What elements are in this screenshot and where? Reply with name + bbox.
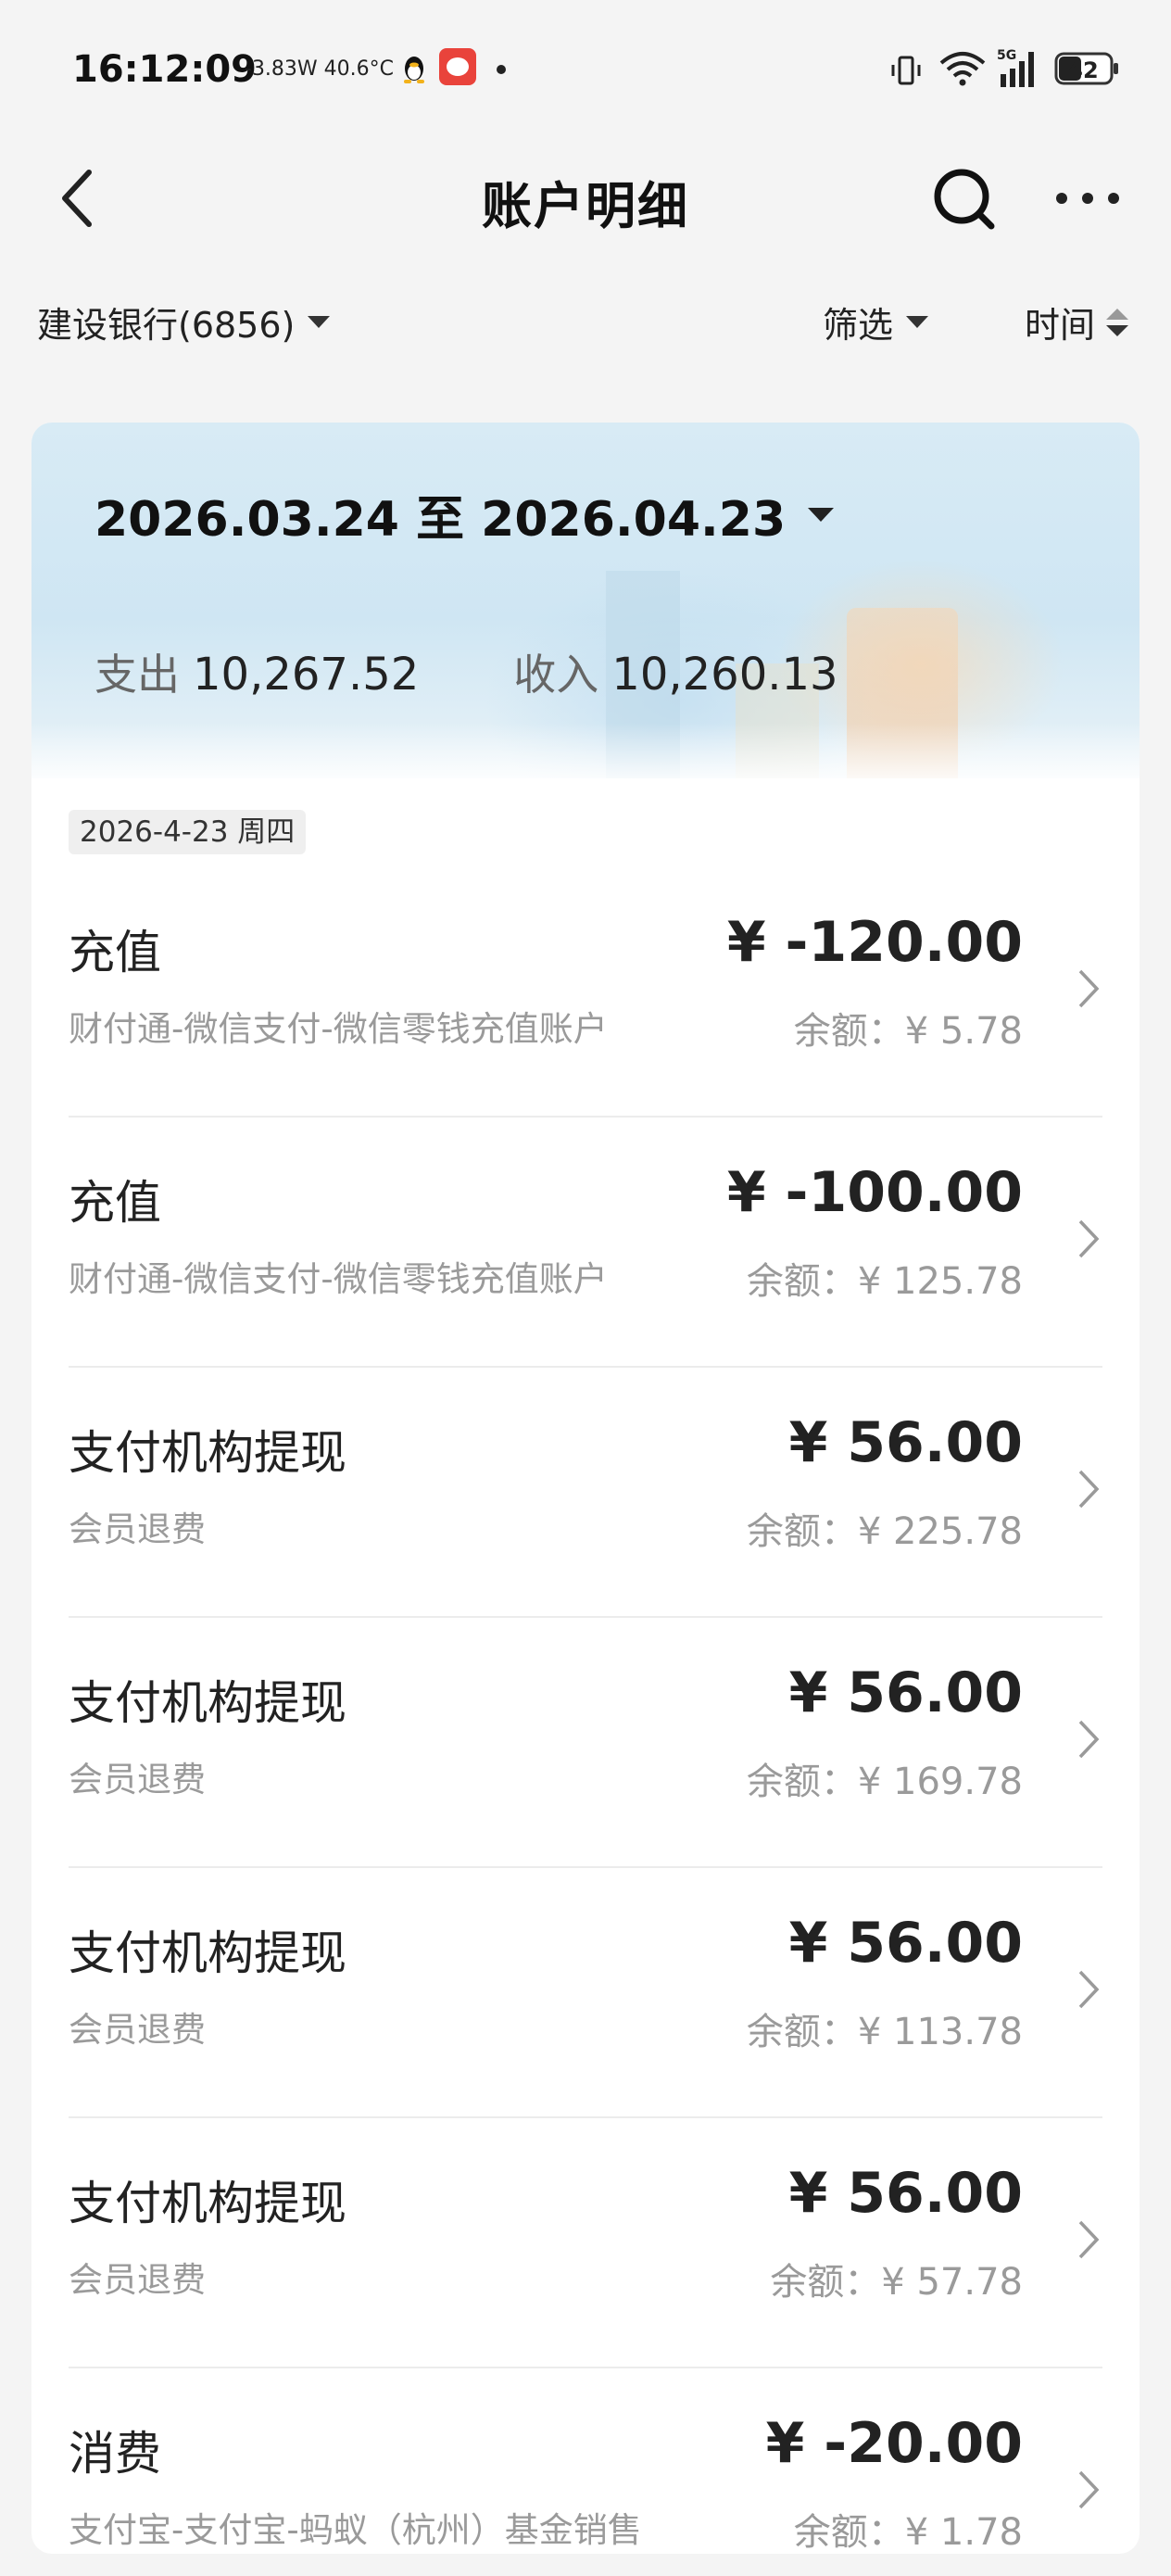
date-range-selector[interactable]: 2026.03.24 至 2026.04.23 [94, 480, 835, 549]
summary-totals: 支出 10,267.52 收入 10,260.13 [94, 641, 933, 702]
transaction-list: 充值 财付通-微信支付-微信零钱充值账户 ¥ -120.00 余额：¥ 5.78… [31, 867, 1140, 2554]
transaction-row[interactable]: 充值 财付通-微信支付-微信零钱充值账户 ¥ -120.00 余额：¥ 5.78 [31, 867, 1140, 1118]
income-label: 收入 [513, 650, 599, 700]
income-value: 10,260.13 [611, 649, 838, 701]
qq-penguin-icon [404, 57, 424, 83]
transaction-title: 支付机构提现 [69, 1426, 346, 1480]
expense-value: 10,267.52 [193, 649, 420, 701]
transaction-balance: 余额：¥ 1.78 [793, 2511, 1023, 2554]
transaction-balance: 余额：¥ 57.78 [770, 2261, 1023, 2304]
transaction-balance: 余额：¥ 225.78 [746, 1510, 1023, 1553]
statement-card: 2026.03.24 至 2026.04.23 支出 10,267.52 收入 … [31, 423, 1140, 2554]
chevron-right-icon [1078, 969, 1100, 1008]
chevron-right-icon [1078, 1720, 1100, 1759]
date-range-label: 2026.03.24 至 2026.04.23 [94, 492, 787, 548]
chevron-down-icon [808, 508, 835, 522]
transaction-amount: ¥ -100.00 [726, 1160, 1023, 1225]
transaction-balance: 余额：¥ 113.78 [746, 2011, 1023, 2053]
summary-banner: 2026.03.24 至 2026.04.23 支出 10,267.52 收入 … [31, 423, 1140, 778]
transaction-balance: 余额：¥ 169.78 [746, 1761, 1023, 1803]
date-group-label: 2026-4-23 周四 [69, 810, 307, 854]
expense-label: 支出 [94, 650, 180, 700]
transaction-description: 会员退费 [69, 2010, 206, 2050]
filter-bar: 建设银行(6856) 筛选 时间 [0, 297, 1171, 361]
transaction-title: 充值 [69, 926, 161, 979]
transaction-amount: ¥ 56.00 [788, 1410, 1023, 1475]
transaction-title: 消费 [69, 2427, 161, 2481]
search-button[interactable] [930, 163, 999, 234]
vibrate-icon [891, 56, 921, 85]
filter-button[interactable]: 筛选 [823, 297, 929, 347]
battery-icon: 42 [1054, 52, 1118, 85]
transaction-title: 支付机构提现 [69, 1926, 346, 1980]
chevron-right-icon [1078, 1219, 1100, 1258]
transaction-row[interactable]: 支付机构提现 会员退费 ¥ 56.00 余额：¥ 225.78 [31, 1368, 1140, 1618]
battery-level-label: 42 [1067, 57, 1098, 83]
transaction-description: 会员退费 [69, 1509, 206, 1549]
transaction-balance: 余额：¥ 5.78 [793, 1010, 1023, 1053]
status-bar: 16:12:09 -3.83W 40.6°C 5G 42 [0, 0, 1171, 130]
transaction-row[interactable]: 支付机构提现 会员退费 ¥ 56.00 余额：¥ 57.78 [31, 2118, 1140, 2368]
network-type-label: 5G [997, 48, 1016, 63]
transaction-row[interactable]: 消费 支付宝-支付宝-蚂蚁（杭州）基金销售 ¥ -20.00 余额：¥ 1.78 [31, 2368, 1140, 2554]
chevron-right-icon [1078, 2220, 1100, 2259]
app-notification-icon [439, 48, 476, 85]
filter-label: 筛选 [823, 305, 894, 346]
transaction-title: 充值 [69, 1176, 161, 1230]
transaction-description: 支付宝-支付宝-蚂蚁（杭州）基金销售 [69, 2510, 642, 2550]
chevron-down-icon [906, 316, 929, 328]
more-notifications-dot-icon [497, 65, 506, 74]
chevron-right-icon [1078, 2470, 1100, 2509]
transaction-amount: ¥ 56.00 [788, 1911, 1023, 1976]
more-options-button[interactable] [1051, 182, 1125, 215]
time-sort-label: 时间 [1025, 305, 1096, 346]
status-power-temp: -3.83W 40.6°C [245, 57, 395, 81]
account-label: 建设银行(6856) [37, 305, 296, 346]
transaction-title: 支付机构提现 [69, 1676, 346, 1730]
transaction-row[interactable]: 充值 财付通-微信支付-微信零钱充值账户 ¥ -100.00 余额：¥ 125.… [31, 1118, 1140, 1368]
transaction-amount: ¥ -20.00 [765, 2411, 1023, 2476]
transaction-description: 会员退费 [69, 1760, 206, 1799]
wifi-icon [939, 52, 986, 86]
chevron-right-icon [1078, 1470, 1100, 1509]
transaction-description: 财付通-微信支付-微信零钱充值账户 [69, 1259, 608, 1299]
transaction-balance: 余额：¥ 125.78 [746, 1260, 1023, 1303]
status-time: 16:12:09 [72, 48, 257, 91]
account-selector[interactable]: 建设银行(6856) [37, 297, 331, 347]
transaction-amount: ¥ 56.00 [788, 1661, 1023, 1725]
time-sort-button[interactable]: 时间 [1025, 297, 1129, 347]
transaction-description: 会员退费 [69, 2260, 206, 2300]
chevron-down-icon [308, 316, 331, 328]
cellular-signal-icon: 5G [997, 48, 1034, 87]
transaction-row[interactable]: 支付机构提现 会员退费 ¥ 56.00 余额：¥ 169.78 [31, 1618, 1140, 1868]
transaction-title: 支付机构提现 [69, 2177, 346, 2230]
chevron-right-icon [1078, 1970, 1100, 2009]
transaction-row[interactable]: 支付机构提现 会员退费 ¥ 56.00 余额：¥ 113.78 [31, 1868, 1140, 2118]
transaction-amount: ¥ 56.00 [788, 2161, 1023, 2226]
sort-icon [1106, 307, 1129, 338]
banner-decoration [31, 723, 1140, 778]
transaction-amount: ¥ -120.00 [726, 910, 1023, 975]
transaction-description: 财付通-微信支付-微信零钱充值账户 [69, 1009, 608, 1049]
